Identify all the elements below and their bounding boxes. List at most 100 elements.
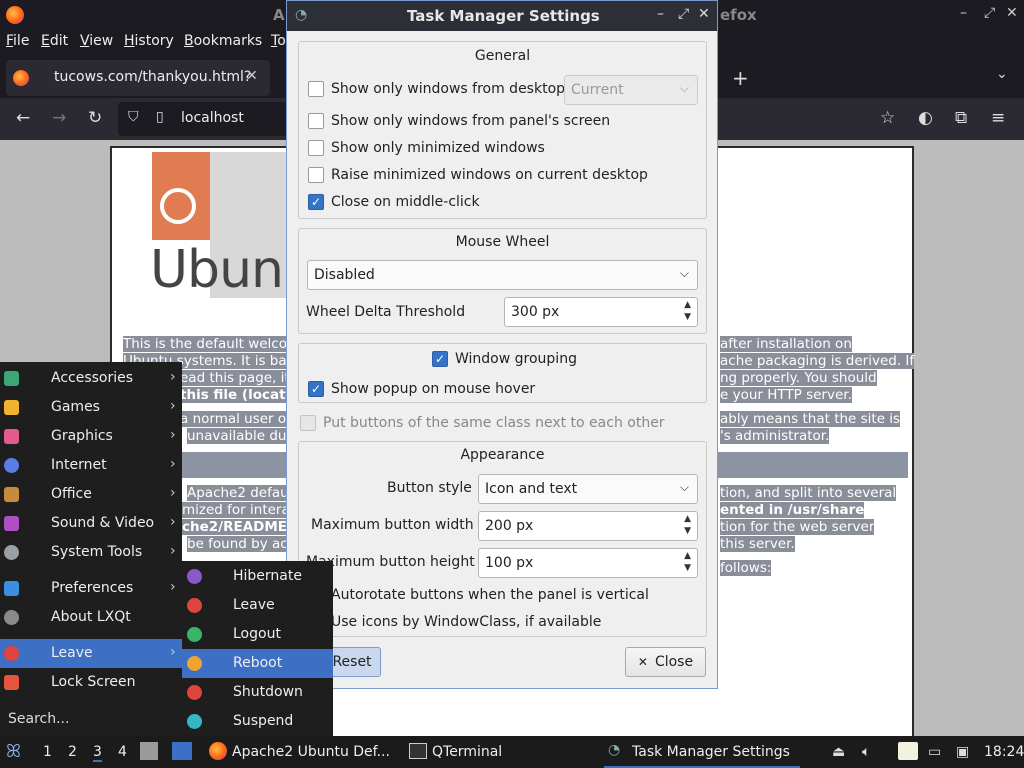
- menu-item-games[interactable]: Games ›: [0, 393, 182, 422]
- max-width-spinbox[interactable]: 200 px ▲ ▼: [478, 511, 698, 541]
- checkmark-icon[interactable]: ✓: [308, 381, 324, 397]
- menu-tools[interactable]: To: [271, 33, 286, 49]
- spin-up-icon[interactable]: ▲: [684, 551, 691, 561]
- menu-item-about-lxqt[interactable]: About LXQt: [0, 603, 182, 632]
- volume-icon[interactable]: 🔈︎: [862, 744, 870, 760]
- max-height-spinbox[interactable]: 100 px ▲ ▼: [478, 548, 698, 578]
- clipboard-icon[interactable]: [898, 742, 918, 760]
- checkmark-icon[interactable]: ✓: [432, 351, 448, 367]
- raise-minimized-checkbox[interactable]: Raise minimized windows on current deskt…: [308, 164, 648, 186]
- workspace-1[interactable]: 1: [43, 744, 52, 760]
- task-task-manager-settings[interactable]: ◔ Task Manager Settings: [604, 736, 800, 768]
- updates-icon[interactable]: ⏏: [832, 744, 845, 760]
- menu-item-internet[interactable]: Internet ›: [0, 451, 182, 480]
- tab-close-icon[interactable]: ✕: [246, 68, 258, 84]
- desktop-combo[interactable]: Current ⌵: [564, 75, 698, 105]
- network-icon[interactable]: ▭: [928, 744, 941, 760]
- menu-item-graphics[interactable]: Graphics ›: [0, 422, 182, 451]
- menu-item-office[interactable]: Office ›: [0, 480, 182, 509]
- account-icon[interactable]: ◐: [918, 108, 933, 128]
- notifications-icon[interactable]: ▣: [956, 744, 969, 760]
- workspace-4[interactable]: 4: [118, 744, 127, 760]
- checkbox-box[interactable]: [300, 415, 316, 431]
- only-panel-screen-checkbox[interactable]: Show only windows from panel's screen: [308, 110, 610, 132]
- checkbox-box[interactable]: [308, 81, 324, 97]
- maximize-icon[interactable]: ⤢: [678, 6, 689, 22]
- spin-up-icon[interactable]: ▲: [684, 300, 691, 310]
- chevron-down-icon: ⌵: [679, 266, 689, 280]
- only-minimized-checkbox[interactable]: Show only minimized windows: [308, 137, 545, 159]
- task-qterminal[interactable]: QTerminal: [405, 736, 597, 768]
- submenu-item-shutdown[interactable]: Shutdown: [182, 678, 333, 707]
- checkbox-box[interactable]: [308, 140, 324, 156]
- put-buttons-checkbox[interactable]: Put buttons of the same class next to ea…: [300, 412, 665, 434]
- mouse-wheel-combo[interactable]: Disabled ⌵: [307, 260, 698, 290]
- spin-down-icon[interactable]: ▼: [684, 526, 691, 536]
- window-grouping-checkbox[interactable]: ✓ Window grouping: [432, 348, 577, 370]
- menu-history[interactable]: History: [124, 33, 174, 49]
- menu-item-system-tools[interactable]: System Tools ›: [0, 538, 182, 567]
- use-icons-checkbox[interactable]: Use icons by WindowClass, if available: [308, 611, 601, 633]
- workspace-3[interactable]: 3: [93, 744, 102, 762]
- close-icon[interactable]: ✕: [1006, 5, 1018, 21]
- spin-up-icon[interactable]: ▲: [684, 514, 691, 524]
- tab-label: tucows.com/thankyou.html?: [54, 69, 252, 85]
- button-style-combo[interactable]: Icon and text ⌵: [478, 474, 698, 504]
- chevron-right-icon: ›: [170, 543, 176, 559]
- popup-hover-checkbox[interactable]: ✓ Show popup on mouse hover: [308, 378, 535, 400]
- lxqt-icon: ◔: [608, 742, 621, 758]
- submenu-item-hibernate[interactable]: Hibernate: [182, 562, 333, 591]
- app-menu-icon[interactable]: ≡: [991, 108, 1005, 128]
- submenu-item-leave[interactable]: Leave: [182, 591, 333, 620]
- forward-icon[interactable]: →: [52, 108, 66, 128]
- minimize-icon[interactable]: –: [657, 6, 664, 22]
- task-firefox[interactable]: Apache2 Ubuntu Def...: [205, 736, 397, 768]
- menu-view[interactable]: View: [80, 33, 113, 49]
- checkmark-icon[interactable]: ✓: [308, 194, 324, 210]
- spin-down-icon[interactable]: ▼: [684, 563, 691, 573]
- chevron-right-icon: ›: [170, 369, 176, 385]
- firefox-tab-icon: [13, 70, 29, 86]
- menu-item-preferences[interactable]: Preferences ›: [0, 574, 182, 603]
- file-manager-icon[interactable]: [140, 742, 158, 760]
- close-icon[interactable]: ✕: [698, 6, 710, 22]
- new-tab-button[interactable]: +: [732, 66, 749, 90]
- menu-bookmarks[interactable]: Bookmarks: [184, 33, 262, 49]
- menu-item-lock-screen[interactable]: Lock Screen: [0, 668, 182, 697]
- dialog-titlebar[interactable]: ◔ Task Manager Settings – ⤢ ✕: [287, 1, 717, 31]
- workspace-2[interactable]: 2: [68, 744, 77, 760]
- submenu-item-reboot[interactable]: Reboot: [182, 649, 333, 678]
- submenu-item-logout[interactable]: Logout: [182, 620, 333, 649]
- close-icon: ✕: [637, 655, 648, 669]
- menu-item-sound-video[interactable]: Sound & Video ›: [0, 509, 182, 538]
- reload-icon[interactable]: ↻: [88, 108, 102, 128]
- menu-edit[interactable]: Edit: [41, 33, 68, 49]
- checkbox-box[interactable]: [308, 167, 324, 183]
- lxqt-menu-icon[interactable]: ꕤ: [6, 741, 21, 762]
- menu-search-input[interactable]: Search...: [8, 711, 69, 727]
- menu-item-leave[interactable]: Leave ›: [0, 639, 182, 668]
- back-icon[interactable]: ←: [16, 108, 30, 128]
- tab-tucows[interactable]: tucows.com/thankyou.html? ✕: [6, 60, 270, 96]
- accessories-icon: [4, 371, 19, 386]
- logout-icon: [187, 627, 202, 642]
- shield-icon[interactable]: ⛉: [128, 109, 139, 125]
- page-info-icon[interactable]: ▯: [156, 109, 164, 125]
- checkbox-box[interactable]: [308, 113, 324, 129]
- maximize-icon[interactable]: ⤢: [984, 5, 995, 21]
- close-button[interactable]: ✕ Close: [625, 647, 706, 677]
- close-middle-click-checkbox[interactable]: ✓ Close on middle-click: [308, 191, 480, 213]
- bookmark-star-icon[interactable]: ☆: [880, 108, 895, 128]
- page-text-line: mized for intera: [182, 502, 290, 518]
- only-desktop-checkbox[interactable]: Show only windows from desktop: [308, 78, 565, 100]
- show-desktop-icon[interactable]: [172, 742, 192, 760]
- autorotate-checkbox[interactable]: Autorotate buttons when the panel is ver…: [308, 584, 649, 606]
- tab-list-button[interactable]: ⌄: [996, 66, 1008, 82]
- submenu-item-suspend[interactable]: Suspend: [182, 707, 333, 736]
- wheel-delta-spinbox[interactable]: 300 px ▲ ▼: [504, 297, 698, 327]
- menu-item-accessories[interactable]: Accessories ›: [0, 364, 182, 393]
- page-text-line: tion, and split into several: [720, 485, 897, 501]
- minimize-icon[interactable]: –: [960, 5, 967, 21]
- spin-down-icon[interactable]: ▼: [684, 312, 691, 322]
- extensions-icon[interactable]: ⧉: [955, 108, 967, 128]
